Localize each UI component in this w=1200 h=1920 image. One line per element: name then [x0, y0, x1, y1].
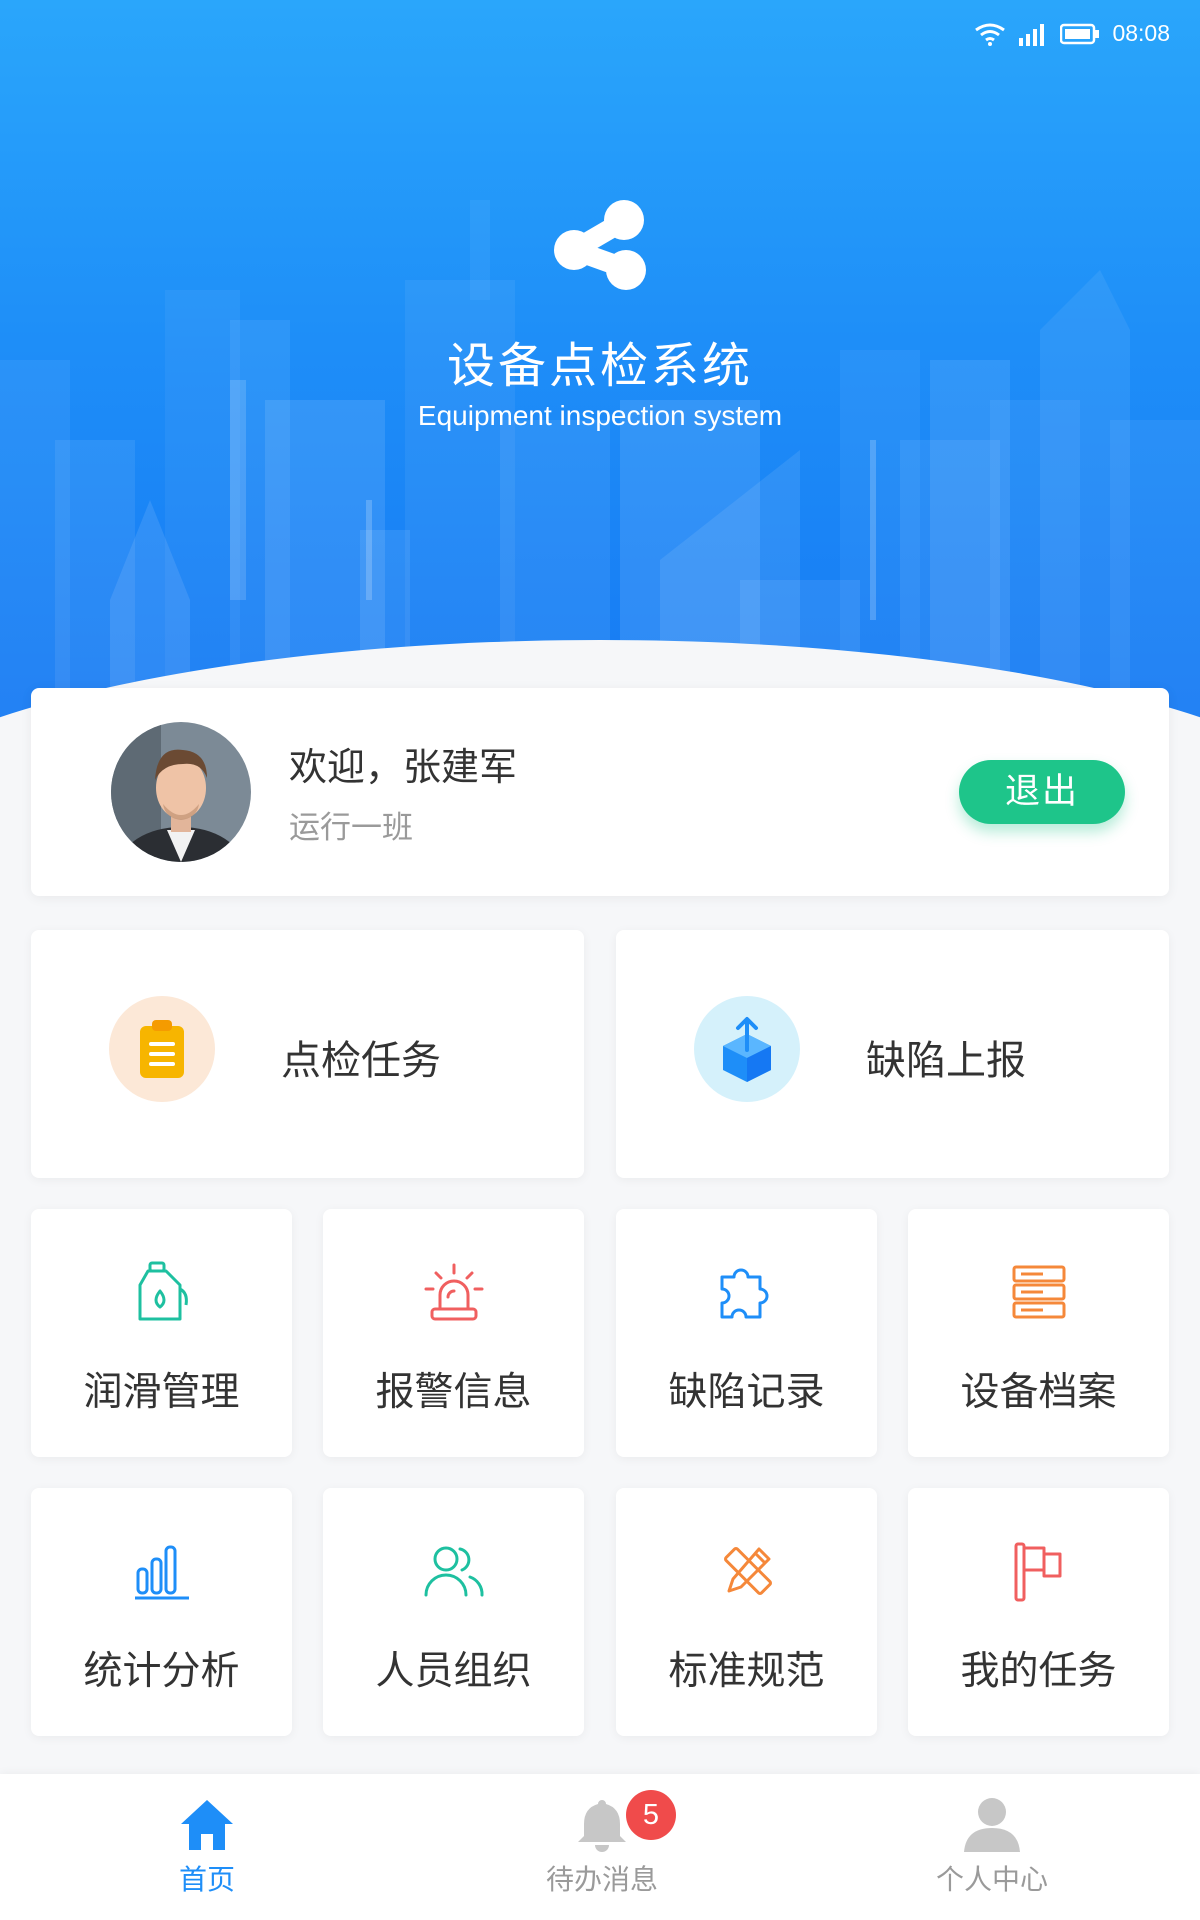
alarm-info-tile[interactable]: 报警信息 — [323, 1209, 584, 1457]
tile-label: 缺陷记录 — [668, 1370, 825, 1415]
tile-label: 报警信息 — [375, 1370, 532, 1415]
statistics-tile[interactable]: 统计分析 — [31, 1488, 292, 1736]
my-tasks-tile[interactable]: 我的任务 — [908, 1488, 1169, 1736]
defect-record-tile[interactable]: 缺陷记录 — [616, 1209, 877, 1457]
app-title: 设备点检系统 — [446, 338, 753, 394]
status-bar: 08:08 — [0, 0, 1200, 70]
user-icon — [964, 1798, 1020, 1852]
tile-label: 点检任务 — [281, 1038, 441, 1084]
inspection-task-tile[interactable]: 点检任务 — [31, 930, 584, 1178]
tab-label: 待办消息 — [545, 1863, 658, 1896]
clipboard-icon — [109, 996, 215, 1102]
tab-profile[interactable]: 个人中心 — [892, 1796, 1092, 1916]
user-card: 欢迎，张建军 运行一班 退出 — [31, 688, 1169, 896]
tile-label: 我的任务 — [960, 1649, 1117, 1694]
bell-icon — [578, 1800, 626, 1852]
tab-home[interactable]: 首页 — [107, 1796, 307, 1916]
puzzle-icon — [720, 1268, 768, 1319]
personnel-tile[interactable]: 人员组织 — [323, 1488, 584, 1736]
upload-box-icon — [694, 996, 800, 1102]
ruler-pencil-icon — [723, 1546, 772, 1596]
equipment-archive-tile[interactable]: 设备档案 — [908, 1209, 1169, 1457]
tab-label: 首页 — [178, 1863, 235, 1896]
defect-report-tile[interactable]: 缺陷上报 — [616, 930, 1169, 1178]
server-rack-icon — [1012, 1265, 1065, 1319]
oil-bottle-icon — [138, 1261, 188, 1321]
tile-label: 标准规范 — [668, 1649, 825, 1694]
wifi-icon — [975, 23, 1006, 46]
status-time: 08:08 — [1112, 20, 1170, 46]
tile-label: 缺陷上报 — [866, 1038, 1026, 1084]
lubrication-tile[interactable]: 润滑管理 — [31, 1209, 292, 1457]
avatar[interactable] — [111, 722, 251, 862]
logout-button[interactable]: 退出 — [959, 760, 1125, 824]
battery-icon — [1060, 23, 1100, 44]
welcome-text: 欢迎，张建军 — [289, 745, 518, 789]
signal-icon — [1019, 23, 1045, 46]
bottom-tab-bar: 首页 待办消息 5 个人中心 — [0, 1774, 1200, 1920]
tile-label: 设备档案 — [960, 1370, 1117, 1415]
tile-label: 润滑管理 — [83, 1370, 240, 1415]
flag-icon — [1014, 1542, 1061, 1602]
notification-badge: 5 — [626, 1790, 676, 1840]
tab-label: 个人中心 — [935, 1863, 1048, 1896]
bar-chart-icon — [134, 1545, 189, 1600]
tile-label: 人员组织 — [375, 1649, 532, 1694]
tile-label: 统计分析 — [83, 1649, 240, 1694]
app-logo-icon — [554, 200, 646, 290]
home-icon — [181, 1800, 233, 1850]
team-name: 运行一班 — [289, 810, 413, 846]
people-icon — [424, 1546, 484, 1597]
header-banner: 08:08 设备点检系统 Equipment inspection system — [0, 0, 1200, 760]
standards-tile[interactable]: 标准规范 — [616, 1488, 877, 1736]
app-subtitle: Equipment inspection system — [417, 400, 783, 431]
alarm-siren-icon — [424, 1263, 483, 1321]
